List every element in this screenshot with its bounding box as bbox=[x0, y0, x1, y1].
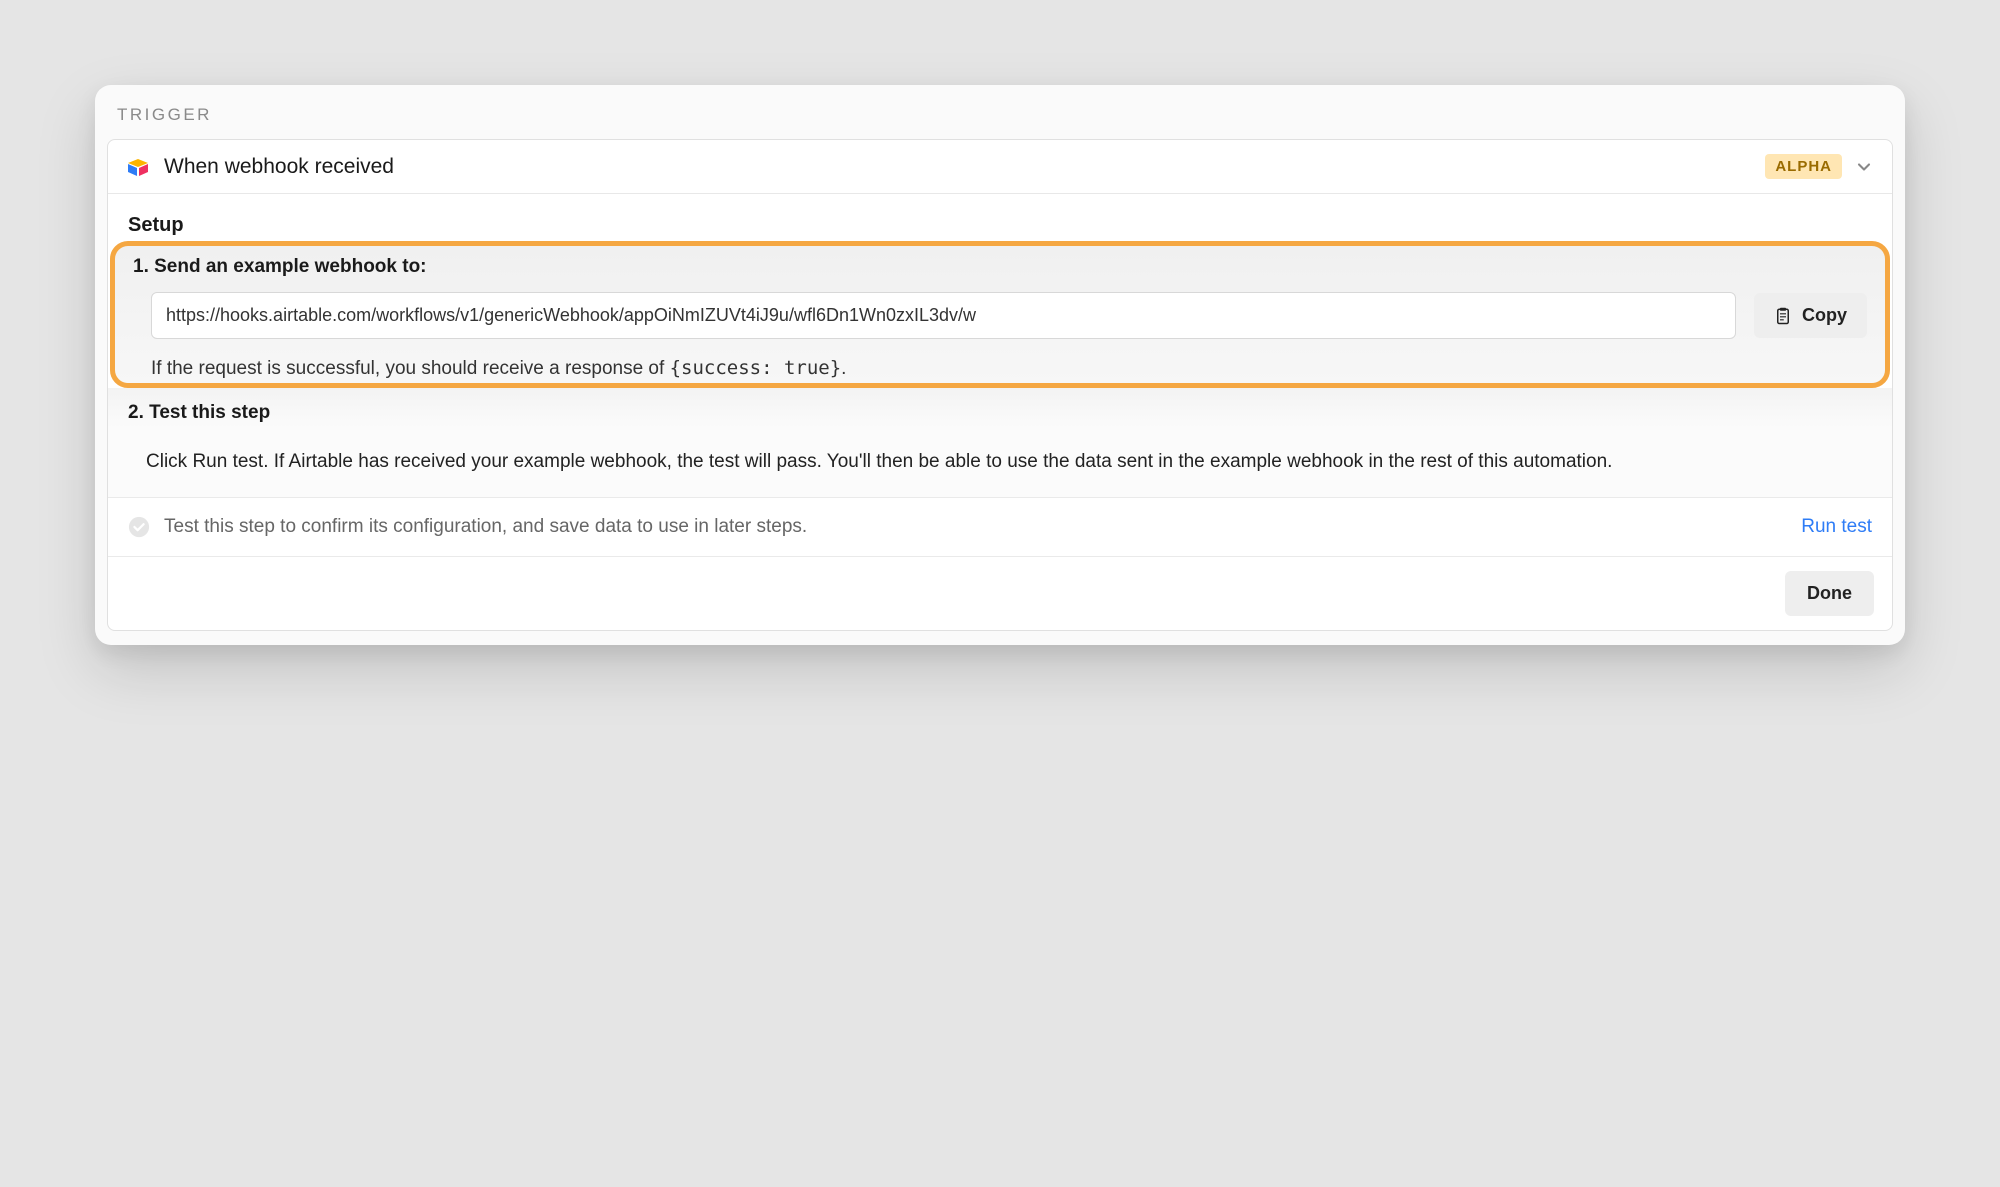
trigger-title: When webhook received bbox=[164, 155, 1765, 179]
clipboard-icon bbox=[1774, 306, 1792, 326]
setup-section: Setup 1. Send an example webhook to: Cop bbox=[108, 194, 1892, 388]
step1-hint: If the request is successful, you should… bbox=[133, 357, 1867, 383]
trigger-header[interactable]: When webhook received ALPHA bbox=[108, 140, 1892, 194]
trigger-card: When webhook received ALPHA Setup 1. Sen… bbox=[107, 139, 1893, 631]
airtable-logo-icon bbox=[126, 155, 150, 179]
step2-description: Click Run test. If Airtable has received… bbox=[128, 438, 1872, 477]
check-circle-icon bbox=[128, 516, 150, 538]
footer-row: Done bbox=[108, 557, 1892, 630]
chevron-down-icon[interactable] bbox=[1854, 157, 1874, 177]
trigger-panel: TRIGGER When webhook received ALPHA Setu… bbox=[95, 85, 1905, 645]
step1-title: 1. Send an example webhook to: bbox=[133, 256, 1867, 278]
section-label: TRIGGER bbox=[95, 85, 1905, 139]
copy-button-label: Copy bbox=[1802, 305, 1847, 326]
run-test-link[interactable]: Run test bbox=[1801, 516, 1872, 538]
spacer bbox=[95, 631, 1905, 645]
copy-button[interactable]: Copy bbox=[1754, 293, 1867, 338]
done-button[interactable]: Done bbox=[1785, 571, 1874, 616]
step2-title: 2. Test this step bbox=[128, 402, 1872, 424]
setup-heading: Setup bbox=[128, 214, 1872, 237]
alpha-badge: ALPHA bbox=[1765, 154, 1842, 179]
webhook-url-input[interactable] bbox=[151, 292, 1736, 339]
webhook-url-row: Copy bbox=[133, 292, 1867, 339]
test-row: Test this step to confirm its configurat… bbox=[108, 498, 1892, 557]
test-hint-text: Test this step to confirm its configurat… bbox=[164, 516, 1787, 538]
highlight-box: 1. Send an example webhook to: Copy bbox=[110, 241, 1890, 388]
step2-section: 2. Test this step Click Run test. If Air… bbox=[108, 388, 1892, 498]
